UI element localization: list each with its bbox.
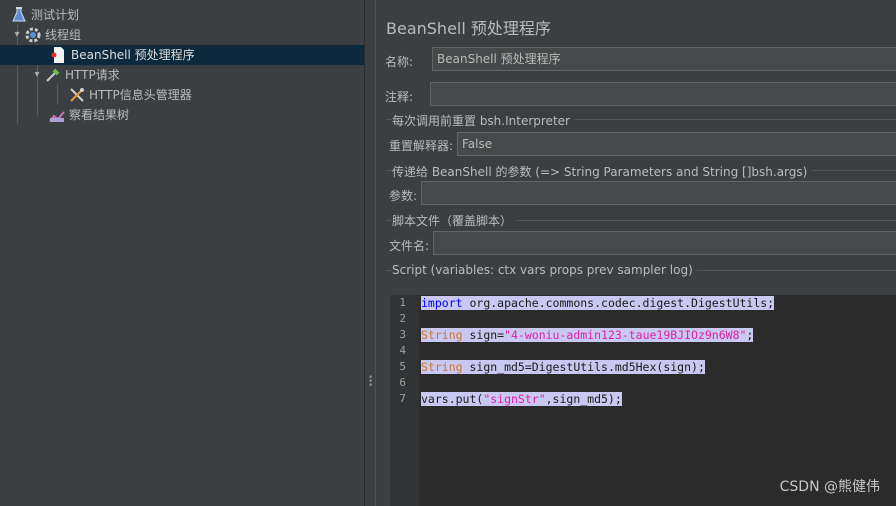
name-field[interactable]: BeanShell 预处理程序 [432, 47, 896, 71]
code-text: vars.put( [421, 392, 484, 406]
file-section-title: 脚本文件（覆盖脚本） [392, 212, 517, 229]
code-text: sign_md5=DigestUtils.md5Hex(sign); [462, 360, 705, 374]
reset-section-title: 每次调用前重置 bsh.Interpreter [392, 112, 574, 129]
document-icon [50, 46, 68, 64]
code-string: "4-woniu-admin123-taue19BJIOz9n6W8" [504, 328, 747, 342]
line-number: 5 [399, 360, 406, 373]
test-plan-tree[interactable]: 测试计划 ▾ 线程组 BeanShell 预处理程序 ▾ HTTP请求 HTTP… [0, 0, 364, 506]
code-line: import org.apache.commons.codec.digest.D… [421, 295, 775, 311]
line-number: 7 [399, 392, 406, 405]
flask-icon [10, 6, 28, 24]
comment-field[interactable] [430, 82, 896, 106]
script-section-title: Script (variables: ctx vars props prev s… [392, 263, 697, 277]
gear-icon [24, 26, 42, 44]
name-label: 名称: [385, 55, 414, 69]
tree-item-view-results-tree[interactable]: 察看结果树 [0, 105, 364, 125]
tree-item-label: 测试计划 [31, 8, 80, 22]
code-line: String sign="4-woniu-admin123-taue19BJIO… [421, 327, 754, 343]
reset-interpreter-field[interactable]: False [457, 132, 896, 156]
script-editor[interactable]: 1 2 3 4 5 6 7 import org.apache.commons.… [390, 295, 896, 506]
tree-item-label: 察看结果树 [69, 108, 130, 122]
code-string: "signStr" [483, 392, 546, 406]
line-number-gutter: 1 2 3 4 5 6 7 [390, 295, 419, 506]
tree-item-label: HTTP信息头管理器 [89, 88, 192, 102]
pipette-icon [44, 66, 62, 84]
line-number: 4 [399, 344, 406, 357]
code-text: ; [746, 328, 754, 342]
code-keyword: import [421, 296, 463, 310]
filename-field[interactable] [433, 231, 896, 255]
params-section-title: 传递给 BeanShell 的参数 (=> String Parameters … [392, 163, 812, 180]
tree-item-thread-group[interactable]: ▾ 线程组 [0, 25, 364, 45]
drag-handle-icon[interactable]: • • • [368, 374, 373, 391]
reset-label: 重置解释器: [389, 139, 454, 153]
tree-item-test-plan[interactable]: 测试计划 [0, 5, 364, 25]
code-text: ,sign_md5); [545, 392, 622, 406]
tree-item-beanshell-preprocessor[interactable]: BeanShell 预处理程序 [0, 45, 364, 65]
params-field[interactable] [421, 181, 896, 205]
watermark: CSDN @熊健伟 [779, 479, 880, 495]
line-number: 1 [399, 296, 406, 309]
params-label: 参数: [389, 189, 418, 203]
tree-item-label: HTTP请求 [65, 68, 120, 82]
pane-splitter[interactable]: • • • [364, 0, 376, 506]
page-title: BeanShell 预处理程序 [386, 19, 551, 38]
tree-item-label: 线程组 [45, 28, 82, 42]
tree-item-http-request[interactable]: ▾ HTTP请求 [0, 65, 364, 85]
tree-item-label: BeanShell 预处理程序 [71, 48, 195, 62]
line-number: 6 [399, 376, 406, 389]
line-number: 2 [399, 312, 406, 325]
file-label: 文件名: [389, 239, 430, 253]
code-line: String sign_md5=DigestUtils.md5Hex(sign)… [421, 359, 705, 375]
chart-icon [48, 106, 66, 124]
code-type: String [421, 328, 463, 342]
code-text: org.apache.commons.codec.digest.DigestUt… [462, 296, 775, 310]
code-line: vars.put("signStr",sign_md5); [421, 391, 622, 407]
beanshell-preprocessor-panel: BeanShell 预处理程序 名称: BeanShell 预处理程序 注释: … [376, 0, 896, 506]
line-number: 3 [399, 328, 406, 341]
code-text: sign= [462, 328, 505, 342]
code-type: String [421, 360, 463, 374]
tools-icon [68, 86, 86, 104]
comment-label: 注释: [385, 90, 414, 104]
chevron-down-icon[interactable]: ▾ [10, 25, 24, 45]
chevron-down-icon[interactable]: ▾ [30, 65, 44, 85]
tree-item-http-header-manager[interactable]: HTTP信息头管理器 [0, 85, 364, 105]
